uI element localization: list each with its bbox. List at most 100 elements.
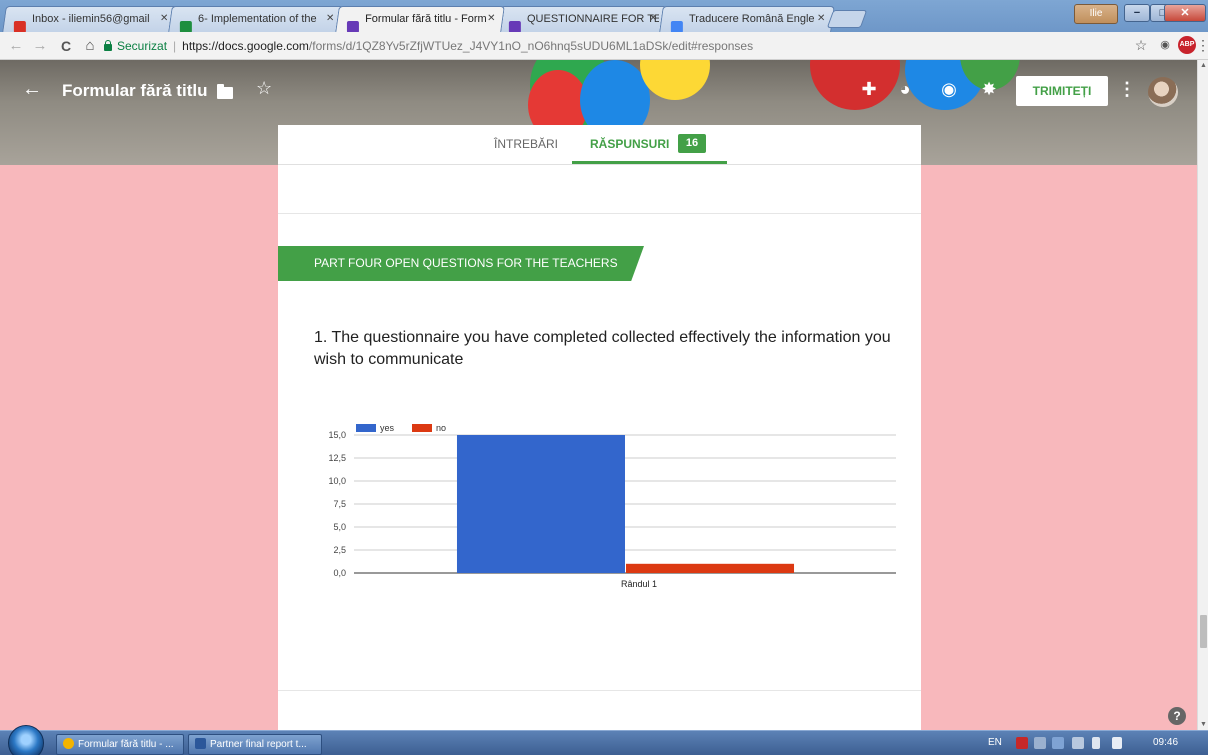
- tab-questions[interactable]: ÎNTREBĂRI: [494, 137, 558, 151]
- browser-tab-drive[interactable]: 6- Implementation of the ✕: [168, 6, 344, 32]
- adblock-icon[interactable]: ABP: [1178, 36, 1196, 54]
- secure-label: Securizat: [117, 39, 168, 53]
- form-title[interactable]: Formular fără titlu: [62, 81, 207, 101]
- address-bar[interactable]: Securizat | https://docs.google.com/forms/…: [104, 35, 1104, 57]
- chart-legend-label: no: [436, 423, 446, 433]
- palette-icon[interactable]: ◕: [894, 78, 916, 100]
- browser-tab-gmail[interactable]: Inbox - iliemin56@gmail ✕: [2, 6, 178, 32]
- word-icon: [195, 738, 206, 749]
- browser-toolbar: ← → C ⌂ Securizat | https://docs.google.co…: [0, 32, 1208, 60]
- action-center-flag-icon[interactable]: [1112, 737, 1122, 749]
- home-button[interactable]: ⌂: [80, 36, 100, 56]
- tray-app-icon[interactable]: [1052, 737, 1064, 749]
- browser-tab-forms-active[interactable]: Formular fără titlu - Form ✕: [335, 6, 505, 32]
- url-separator: |: [173, 39, 177, 53]
- browser-tab-strip: Inbox - iliemin56@gmail ✕ 6- Implementat…: [0, 0, 1208, 32]
- back-button[interactable]: ←: [6, 36, 26, 56]
- browser-tab-title: Inbox - iliemin56@gmail: [32, 13, 150, 25]
- scrollbar-thumb[interactable]: [1200, 615, 1207, 648]
- windows-taskbar: Formular fără titlu - ... Partner final …: [0, 725, 1208, 755]
- chart-y-tick-label: 5,0: [333, 522, 346, 532]
- forms-icon: [346, 21, 359, 32]
- chart-legend-swatch: [356, 424, 376, 432]
- chrome-icon: [63, 738, 74, 749]
- minimize-window-button[interactable]: −: [1124, 4, 1150, 22]
- chart-y-tick-label: 12,5: [328, 453, 346, 463]
- bookmark-star-icon[interactable]: ☆: [1132, 36, 1150, 54]
- taskbar-button-chrome[interactable]: Formular fără titlu - ...: [56, 734, 184, 755]
- section-title: PART FOUR OPEN QUESTIONS FOR THE TEACHER…: [314, 256, 618, 270]
- tray-app-icon[interactable]: [1016, 737, 1028, 749]
- extension-icon[interactable]: ◉: [1156, 36, 1174, 54]
- translate-icon: [670, 21, 683, 32]
- browser-tab-title: Traducere Română Engle: [689, 13, 815, 25]
- settings-gear-icon[interactable]: ✸: [978, 78, 1000, 100]
- page-scrollbar[interactable]: ▲ ▼: [1197, 60, 1208, 730]
- question-title: 1. The questionnaire you have completed …: [314, 329, 891, 368]
- star-icon[interactable]: ☆: [256, 78, 272, 99]
- forms-icon: [508, 21, 521, 32]
- addon-puzzle-icon[interactable]: ✚: [858, 78, 880, 100]
- chart-y-tick-label: 10,0: [328, 476, 346, 486]
- taskbar-button-label: Formular fără titlu - ...: [78, 739, 174, 750]
- chart-bar-no: [626, 563, 795, 573]
- browser-tab-translate[interactable]: Traducere Română Engle ✕: [659, 6, 835, 32]
- chart-legend-label: yes: [380, 423, 395, 433]
- form-header-toolbar: ← Formular fără titlu ☆ ✚ ◕ ◉ ✸ TRIMITEȚ…: [0, 60, 1197, 124]
- divider: [278, 213, 921, 214]
- taskbar-clock[interactable]: 09:46: [1153, 737, 1178, 748]
- scroll-down-icon[interactable]: ▼: [1200, 721, 1207, 728]
- url-host: https://docs.google.com: [182, 39, 309, 53]
- start-button[interactable]: [8, 725, 44, 755]
- tray-monitor-icon[interactable]: [1072, 737, 1084, 749]
- chart-y-tick-label: 0,0: [333, 568, 346, 578]
- chart-bar-yes: [456, 435, 625, 573]
- form-tab-bar: ÎNTREBĂRI RĂSPUNSURI 16: [278, 125, 921, 165]
- more-options-icon[interactable]: ⋮: [1118, 79, 1136, 100]
- chart-legend-swatch: [412, 424, 432, 432]
- close-tab-icon[interactable]: ✕: [326, 7, 334, 31]
- new-tab-button[interactable]: [826, 10, 868, 28]
- taskbar-button-label: Partner final report t...: [210, 739, 307, 750]
- chart-legend: yes no: [356, 423, 446, 433]
- close-tab-icon[interactable]: ✕: [817, 7, 825, 31]
- chart-y-axis: 0,0 2,5 5,0 7,5 10,0 12,5 15,0: [328, 430, 346, 578]
- close-tab-icon[interactable]: ✕: [649, 7, 657, 31]
- drive-icon: [179, 21, 192, 32]
- browser-user-chip[interactable]: Ilie: [1074, 4, 1118, 24]
- back-arrow-icon[interactable]: ←: [22, 78, 42, 101]
- taskbar-button-word[interactable]: Partner final report t...: [188, 734, 322, 755]
- chart-category-label: Rândul 1: [621, 579, 657, 589]
- help-icon[interactable]: ?: [1168, 707, 1186, 725]
- browser-tab-title: 6- Implementation of the: [198, 13, 317, 25]
- avatar[interactable]: [1148, 77, 1178, 107]
- close-window-button[interactable]: ✕: [1164, 4, 1206, 22]
- divider: [278, 690, 921, 691]
- browser-tab-questionnaire[interactable]: QUESTIONNAIRE FOR TE ✕: [497, 6, 667, 32]
- close-tab-icon[interactable]: ✕: [487, 7, 495, 31]
- response-bar-chart: 0,0 2,5 5,0 7,5 10,0 12,5 15,0 yes no Rândul 1: [328, 423, 896, 589]
- url-path: /forms/d/1QZ8Yv5rZfjWTUez_J4VY1nO_nO6hnq…: [308, 39, 754, 53]
- tray-network-icon[interactable]: [1034, 737, 1046, 749]
- lock-icon: [104, 40, 112, 51]
- response-card: PART FOUR OPEN QUESTIONS FOR THE TEACHER…: [278, 165, 921, 730]
- chart-y-tick-label: 15,0: [328, 430, 346, 440]
- tab-responses[interactable]: RĂSPUNSURI: [590, 137, 669, 151]
- send-button[interactable]: TRIMITEȚI: [1016, 76, 1108, 106]
- browser-menu-icon[interactable]: ⋮: [1196, 36, 1208, 54]
- folder-icon[interactable]: [217, 84, 233, 99]
- volume-icon[interactable]: [1092, 737, 1100, 749]
- preview-eye-icon[interactable]: ◉: [938, 78, 960, 100]
- browser-tab-title: Formular fără titlu - Form: [365, 13, 487, 25]
- chart-y-tick-label: 2,5: [333, 545, 346, 555]
- gmail-icon: [13, 21, 26, 32]
- section-banner: PART FOUR OPEN QUESTIONS FOR THE TEACHER…: [278, 246, 644, 281]
- active-tab-indicator: [572, 161, 727, 164]
- reload-button[interactable]: C: [56, 36, 76, 56]
- responses-count-badge: 16: [678, 134, 706, 153]
- chart-y-tick-label: 7,5: [333, 499, 346, 509]
- input-language-indicator[interactable]: EN: [988, 737, 1002, 748]
- forward-button[interactable]: →: [30, 36, 50, 56]
- scroll-up-icon[interactable]: ▲: [1200, 62, 1207, 69]
- close-tab-icon[interactable]: ✕: [160, 7, 168, 31]
